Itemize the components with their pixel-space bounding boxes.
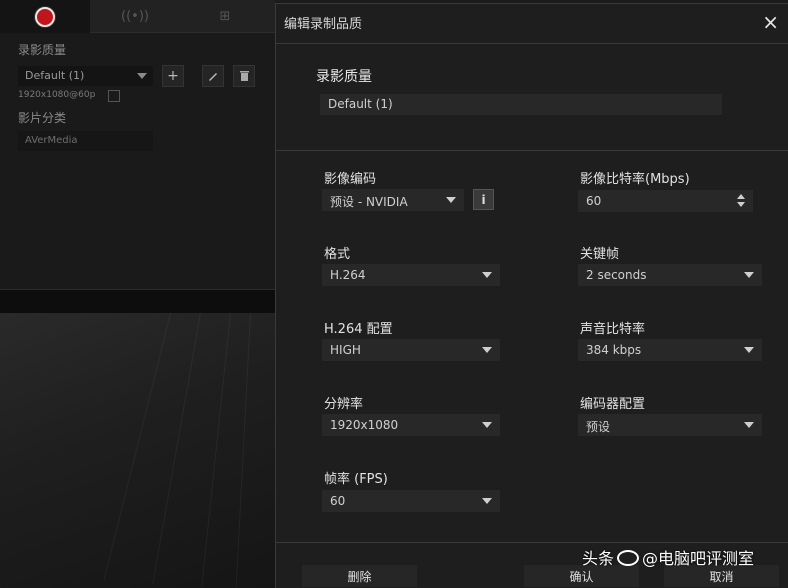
video-encoder-value: 预设 - NVIDIA xyxy=(330,195,408,209)
edit-button[interactable] xyxy=(202,65,224,87)
video-encoder-select[interactable]: 预设 - NVIDIA xyxy=(322,189,464,211)
delete-button[interactable] xyxy=(233,65,255,87)
encoder-profile-value: 预设 xyxy=(586,420,611,434)
framerate-value: 60 xyxy=(330,494,346,508)
chevron-down-icon xyxy=(482,272,492,278)
chevron-down-icon xyxy=(744,272,754,278)
quality-select-value: Default (1) xyxy=(25,69,85,82)
chevron-down-icon xyxy=(137,73,147,79)
bitrate-value: 60 xyxy=(586,194,602,208)
chevron-down-icon xyxy=(482,498,492,504)
divider xyxy=(276,150,788,151)
plus-icon: + xyxy=(167,68,179,84)
video-encoder-label: 影像编码 xyxy=(324,172,377,187)
delete-profile-button[interactable]: 删除 xyxy=(302,565,417,587)
info-button[interactable]: i xyxy=(473,189,494,210)
quality-name-input[interactable]: Default (1) xyxy=(320,94,722,115)
record-icon xyxy=(35,6,55,27)
mode-tabs: ((•)) ⊞ xyxy=(0,0,275,33)
quality-label: 录影质量 xyxy=(18,43,67,57)
encoder-profile-select[interactable]: 预设 xyxy=(578,414,762,436)
resolution-value: 1920x1080 xyxy=(330,418,399,432)
quality-name-label: 录影质量 xyxy=(316,69,372,85)
resolution-text: 1920x1080@60p xyxy=(18,90,96,100)
tab-stream[interactable]: ((•)) xyxy=(90,0,180,33)
edit-quality-dialog: 编辑录制品质 × 录影质量 Default (1) 影像编码 预设 - NVID… xyxy=(275,3,788,588)
keyframe-value: 2 seconds xyxy=(586,268,647,282)
pencil-icon xyxy=(209,73,217,81)
info-icon: i xyxy=(481,192,486,207)
tab-record[interactable] xyxy=(0,0,90,33)
h264-profile-select[interactable]: HIGH xyxy=(322,339,500,361)
watermark-prefix: 头条 xyxy=(582,549,615,568)
watermark-text: @电脑吧评测室 xyxy=(642,549,755,568)
broadcast-icon: ((•)) xyxy=(121,9,149,24)
resolution-checkbox[interactable] xyxy=(108,90,120,102)
watermark: 头条 @电脑吧评测室 xyxy=(582,545,754,569)
chevron-down-icon xyxy=(744,422,754,428)
dialog-header: 编辑录制品质 × xyxy=(276,4,788,44)
chevron-down-icon xyxy=(744,347,754,353)
framerate-select[interactable]: 60 xyxy=(322,490,500,512)
framerate-label: 帧率 (FPS) xyxy=(324,472,388,487)
audio-bitrate-value: 384 kbps xyxy=(586,343,642,357)
add-button[interactable]: + xyxy=(162,65,184,87)
audio-bitrate-select[interactable]: 384 kbps xyxy=(578,339,762,361)
category-field[interactable]: AVerMedia xyxy=(18,131,153,151)
format-value: H.264 xyxy=(330,268,366,282)
format-select[interactable]: H.264 xyxy=(322,264,500,286)
format-label: 格式 xyxy=(324,247,351,262)
keyframe-label: 关键帧 xyxy=(580,247,620,262)
category-label: 影片分类 xyxy=(18,111,67,125)
keyframe-select[interactable]: 2 seconds xyxy=(578,264,762,286)
quality-select[interactable]: Default (1) xyxy=(18,66,153,86)
chevron-down-icon xyxy=(482,422,492,428)
bitrate-label: 影像比特率(Mbps) xyxy=(580,172,690,187)
bitrate-input[interactable]: 60 xyxy=(578,190,753,212)
tab-settings[interactable]: ⊞ xyxy=(180,0,270,33)
network-icon: ⊞ xyxy=(219,9,231,24)
close-icon[interactable]: × xyxy=(762,11,779,33)
resolution-select[interactable]: 1920x1080 xyxy=(322,414,500,436)
stepper-icon[interactable] xyxy=(737,192,747,210)
h264-profile-label: H.264 配置 xyxy=(324,322,393,337)
audio-bitrate-label: 声音比特率 xyxy=(580,322,646,337)
record-settings-panel: 录影质量 Default (1) + 1920x1080@60p 影片分类 AV… xyxy=(0,33,275,288)
trash-icon xyxy=(239,71,249,81)
h264-profile-value: HIGH xyxy=(330,343,361,357)
chevron-down-icon xyxy=(446,197,456,203)
resolution-label: 分辨率 xyxy=(324,397,364,412)
chevron-down-icon xyxy=(482,347,492,353)
dialog-title: 编辑录制品质 xyxy=(284,17,363,32)
background-image xyxy=(0,313,275,588)
status-bar xyxy=(0,289,275,313)
chat-bubble-icon xyxy=(617,550,640,566)
divider xyxy=(276,542,788,543)
encoder-profile-label: 编码器配置 xyxy=(580,397,646,412)
